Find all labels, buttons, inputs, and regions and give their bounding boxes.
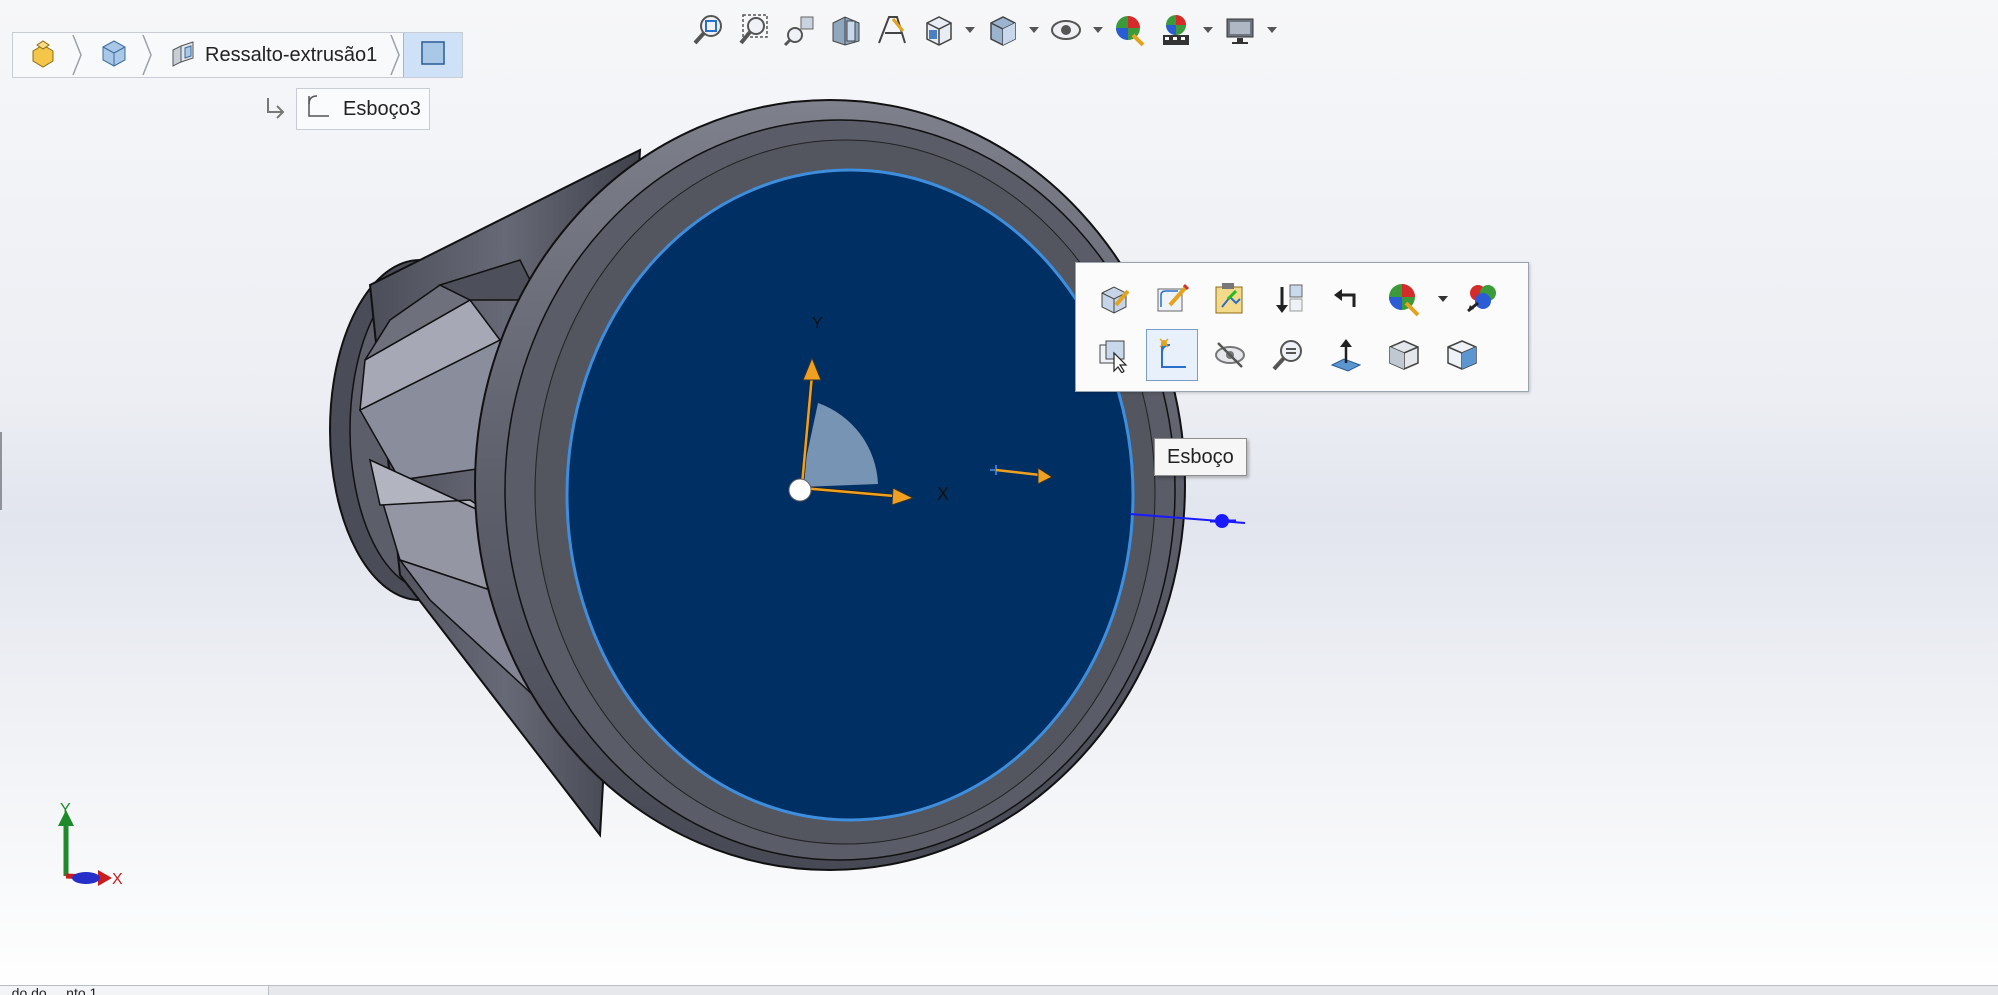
- context-toolbar: [1075, 262, 1529, 392]
- solid-body-icon: [99, 38, 129, 73]
- view-orientation-dropdown-icon[interactable]: [964, 10, 976, 50]
- edit-appearance-icon[interactable]: [1110, 10, 1150, 50]
- sketch-x-label: X: [937, 484, 949, 504]
- view-orientation-icon[interactable]: [918, 10, 958, 50]
- model-view[interactable]: Y X Y X: [0, 0, 1998, 995]
- panel-splitter[interactable]: [0, 432, 2, 510]
- hide-show-dropdown-icon[interactable]: [1092, 10, 1104, 50]
- status-bar: ...do do ... nto 1: [0, 985, 1998, 995]
- rollback-icon[interactable]: [1262, 273, 1314, 325]
- display-style-dropdown-icon[interactable]: [1028, 10, 1040, 50]
- breadcrumb-item-solid-body[interactable]: [85, 33, 139, 77]
- edit-feature-icon[interactable]: [1088, 273, 1140, 325]
- zoom-to-area-icon[interactable]: [734, 10, 774, 50]
- chevron-right-icon: [387, 33, 403, 77]
- previous-view-icon[interactable]: [780, 10, 820, 50]
- breadcrumb-item-face[interactable]: [403, 33, 463, 77]
- breadcrumb-sub-label: Esboço3: [343, 97, 421, 120]
- hide-show-items-icon[interactable]: [1046, 10, 1086, 50]
- breadcrumb-sub-row: Esboço3: [262, 88, 430, 130]
- zoom-to-selection-icon[interactable]: [1262, 329, 1314, 381]
- apply-scene-icon[interactable]: [1156, 10, 1196, 50]
- sketch-button-icon[interactable]: [1146, 329, 1198, 381]
- sketch-icon: [303, 92, 333, 127]
- parent-child-icon[interactable]: [1320, 273, 1372, 325]
- select-other-icon[interactable]: [1088, 329, 1140, 381]
- view-front-icon[interactable]: [1436, 329, 1488, 381]
- part-icon: [27, 37, 59, 74]
- edit-sketch-icon[interactable]: [1146, 273, 1198, 325]
- apply-scene-dropdown-icon[interactable]: [1202, 10, 1214, 50]
- reference-triad: Y X: [58, 801, 123, 888]
- breadcrumb-item-sketch[interactable]: Esboço3: [296, 88, 430, 130]
- graphics-area[interactable]: Y X Y X Ressalto-extrusão1 Esboço3 Esboç…: [0, 0, 1998, 995]
- selected-face[interactable]: [565, 168, 1135, 822]
- hide-icon[interactable]: [1204, 329, 1256, 381]
- context-toolbar-row-1: [1088, 273, 1508, 325]
- view-settings-icon[interactable]: [1220, 10, 1260, 50]
- breadcrumb: Ressalto-extrusão1: [12, 32, 464, 78]
- section-view-icon[interactable]: [826, 10, 866, 50]
- appearance-dropdown-icon[interactable]: [1436, 273, 1450, 325]
- context-toolbar-row-2: [1088, 329, 1488, 381]
- triad-x-label: X: [112, 871, 123, 888]
- chevron-right-icon: [139, 33, 155, 77]
- appearance-callout-icon[interactable]: [1456, 273, 1508, 325]
- tooltip: Esboço: [1154, 438, 1247, 476]
- view-isometric-icon[interactable]: [1378, 329, 1430, 381]
- chevron-right-icon: [69, 33, 85, 77]
- appearance-icon[interactable]: [1378, 273, 1430, 325]
- zoom-to-fit-icon[interactable]: [688, 10, 728, 50]
- breadcrumb-item-part[interactable]: [13, 33, 69, 77]
- view-settings-dropdown-icon[interactable]: [1266, 10, 1278, 50]
- sketch-origin[interactable]: [788, 478, 812, 502]
- display-style-icon[interactable]: [982, 10, 1022, 50]
- breadcrumb-label: Ressalto-extrusão1: [205, 43, 378, 66]
- normal-to-icon[interactable]: [1320, 329, 1372, 381]
- configuration-tab[interactable]: ...do do ... nto 1: [0, 986, 269, 995]
- sketch-y-label: Y: [812, 315, 823, 332]
- breadcrumb-item-boss-extrude[interactable]: Ressalto-extrusão1: [155, 33, 387, 77]
- heads-up-view-toolbar: [688, 8, 1278, 52]
- boss-extrude-icon: [169, 38, 199, 73]
- triad-y-label: Y: [60, 801, 71, 818]
- face-icon: [418, 38, 448, 73]
- sketch-on-face-icon[interactable]: [1204, 273, 1256, 325]
- corner-arrow-icon: [262, 94, 288, 125]
- dynamic-annotation-icon[interactable]: [872, 10, 912, 50]
